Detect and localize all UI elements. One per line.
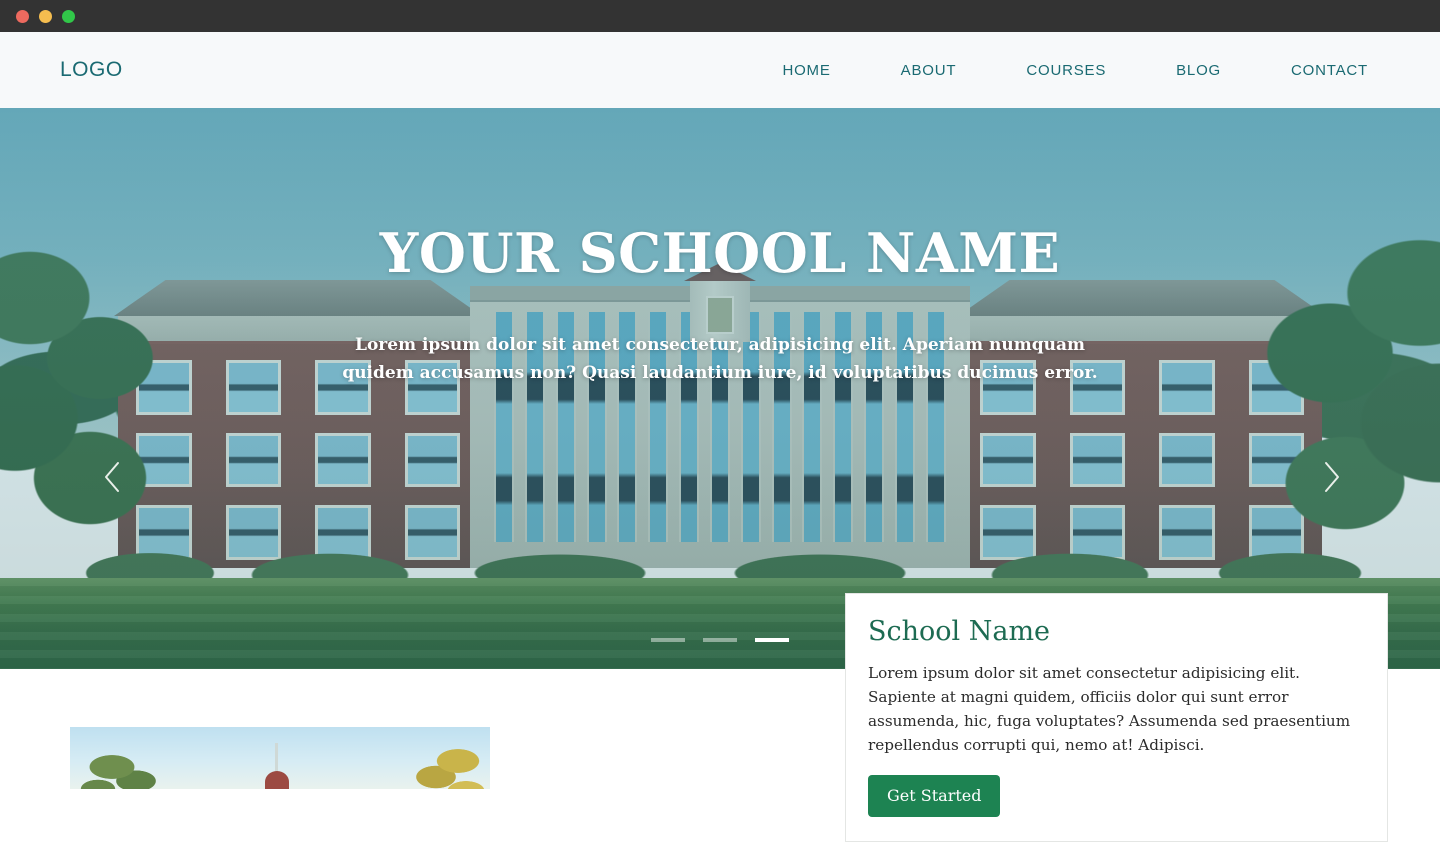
hero-background-image bbox=[0, 108, 1440, 669]
hero-color-overlay bbox=[0, 108, 1440, 669]
thumbnail-tree-right bbox=[406, 747, 490, 789]
info-card-title: School Name bbox=[868, 616, 1051, 647]
info-card-body: Lorem ipsum dolor sit amet consectetur a… bbox=[868, 664, 1351, 755]
carousel-indicator-1[interactable] bbox=[651, 638, 685, 642]
hero-carousel: YOUR SCHOOL NAME Lorem ipsum dolor sit a… bbox=[0, 108, 1440, 669]
thumbnail-tree-left bbox=[78, 751, 168, 789]
nav-item-contact[interactable]: CONTACT bbox=[1256, 62, 1368, 79]
chevron-right-icon bbox=[1321, 460, 1343, 494]
carousel-indicator-3[interactable] bbox=[755, 638, 789, 642]
nav-item-blog[interactable]: BLOG bbox=[1141, 62, 1256, 79]
school-info-card: School Name Lorem ipsum dolor sit amet c… bbox=[845, 593, 1388, 842]
carousel-prev-button[interactable] bbox=[92, 453, 132, 501]
main-navigation: HOME ABOUT COURSES BLOG CONTACT bbox=[747, 62, 1368, 79]
nav-item-courses[interactable]: COURSES bbox=[991, 62, 1141, 79]
thumbnail-dome bbox=[265, 771, 289, 789]
maximize-window-button[interactable] bbox=[62, 9, 75, 23]
minimize-window-button[interactable] bbox=[39, 9, 52, 23]
carousel-next-button[interactable] bbox=[1312, 453, 1352, 501]
site-header: LOGO HOME ABOUT COURSES BLOG CONTACT bbox=[0, 32, 1440, 108]
chevron-left-icon bbox=[101, 460, 123, 494]
get-started-button[interactable]: Get Started bbox=[868, 775, 1001, 818]
close-window-button[interactable] bbox=[16, 9, 29, 23]
thumbnail-spire bbox=[275, 743, 278, 773]
nav-item-about[interactable]: ABOUT bbox=[866, 62, 992, 79]
site-logo[interactable]: LOGO bbox=[60, 58, 123, 82]
carousel-indicator-2[interactable] bbox=[703, 638, 737, 642]
section-thumbnail-image bbox=[70, 727, 490, 789]
nav-item-home[interactable]: HOME bbox=[747, 62, 865, 79]
window-titlebar bbox=[0, 0, 1440, 32]
